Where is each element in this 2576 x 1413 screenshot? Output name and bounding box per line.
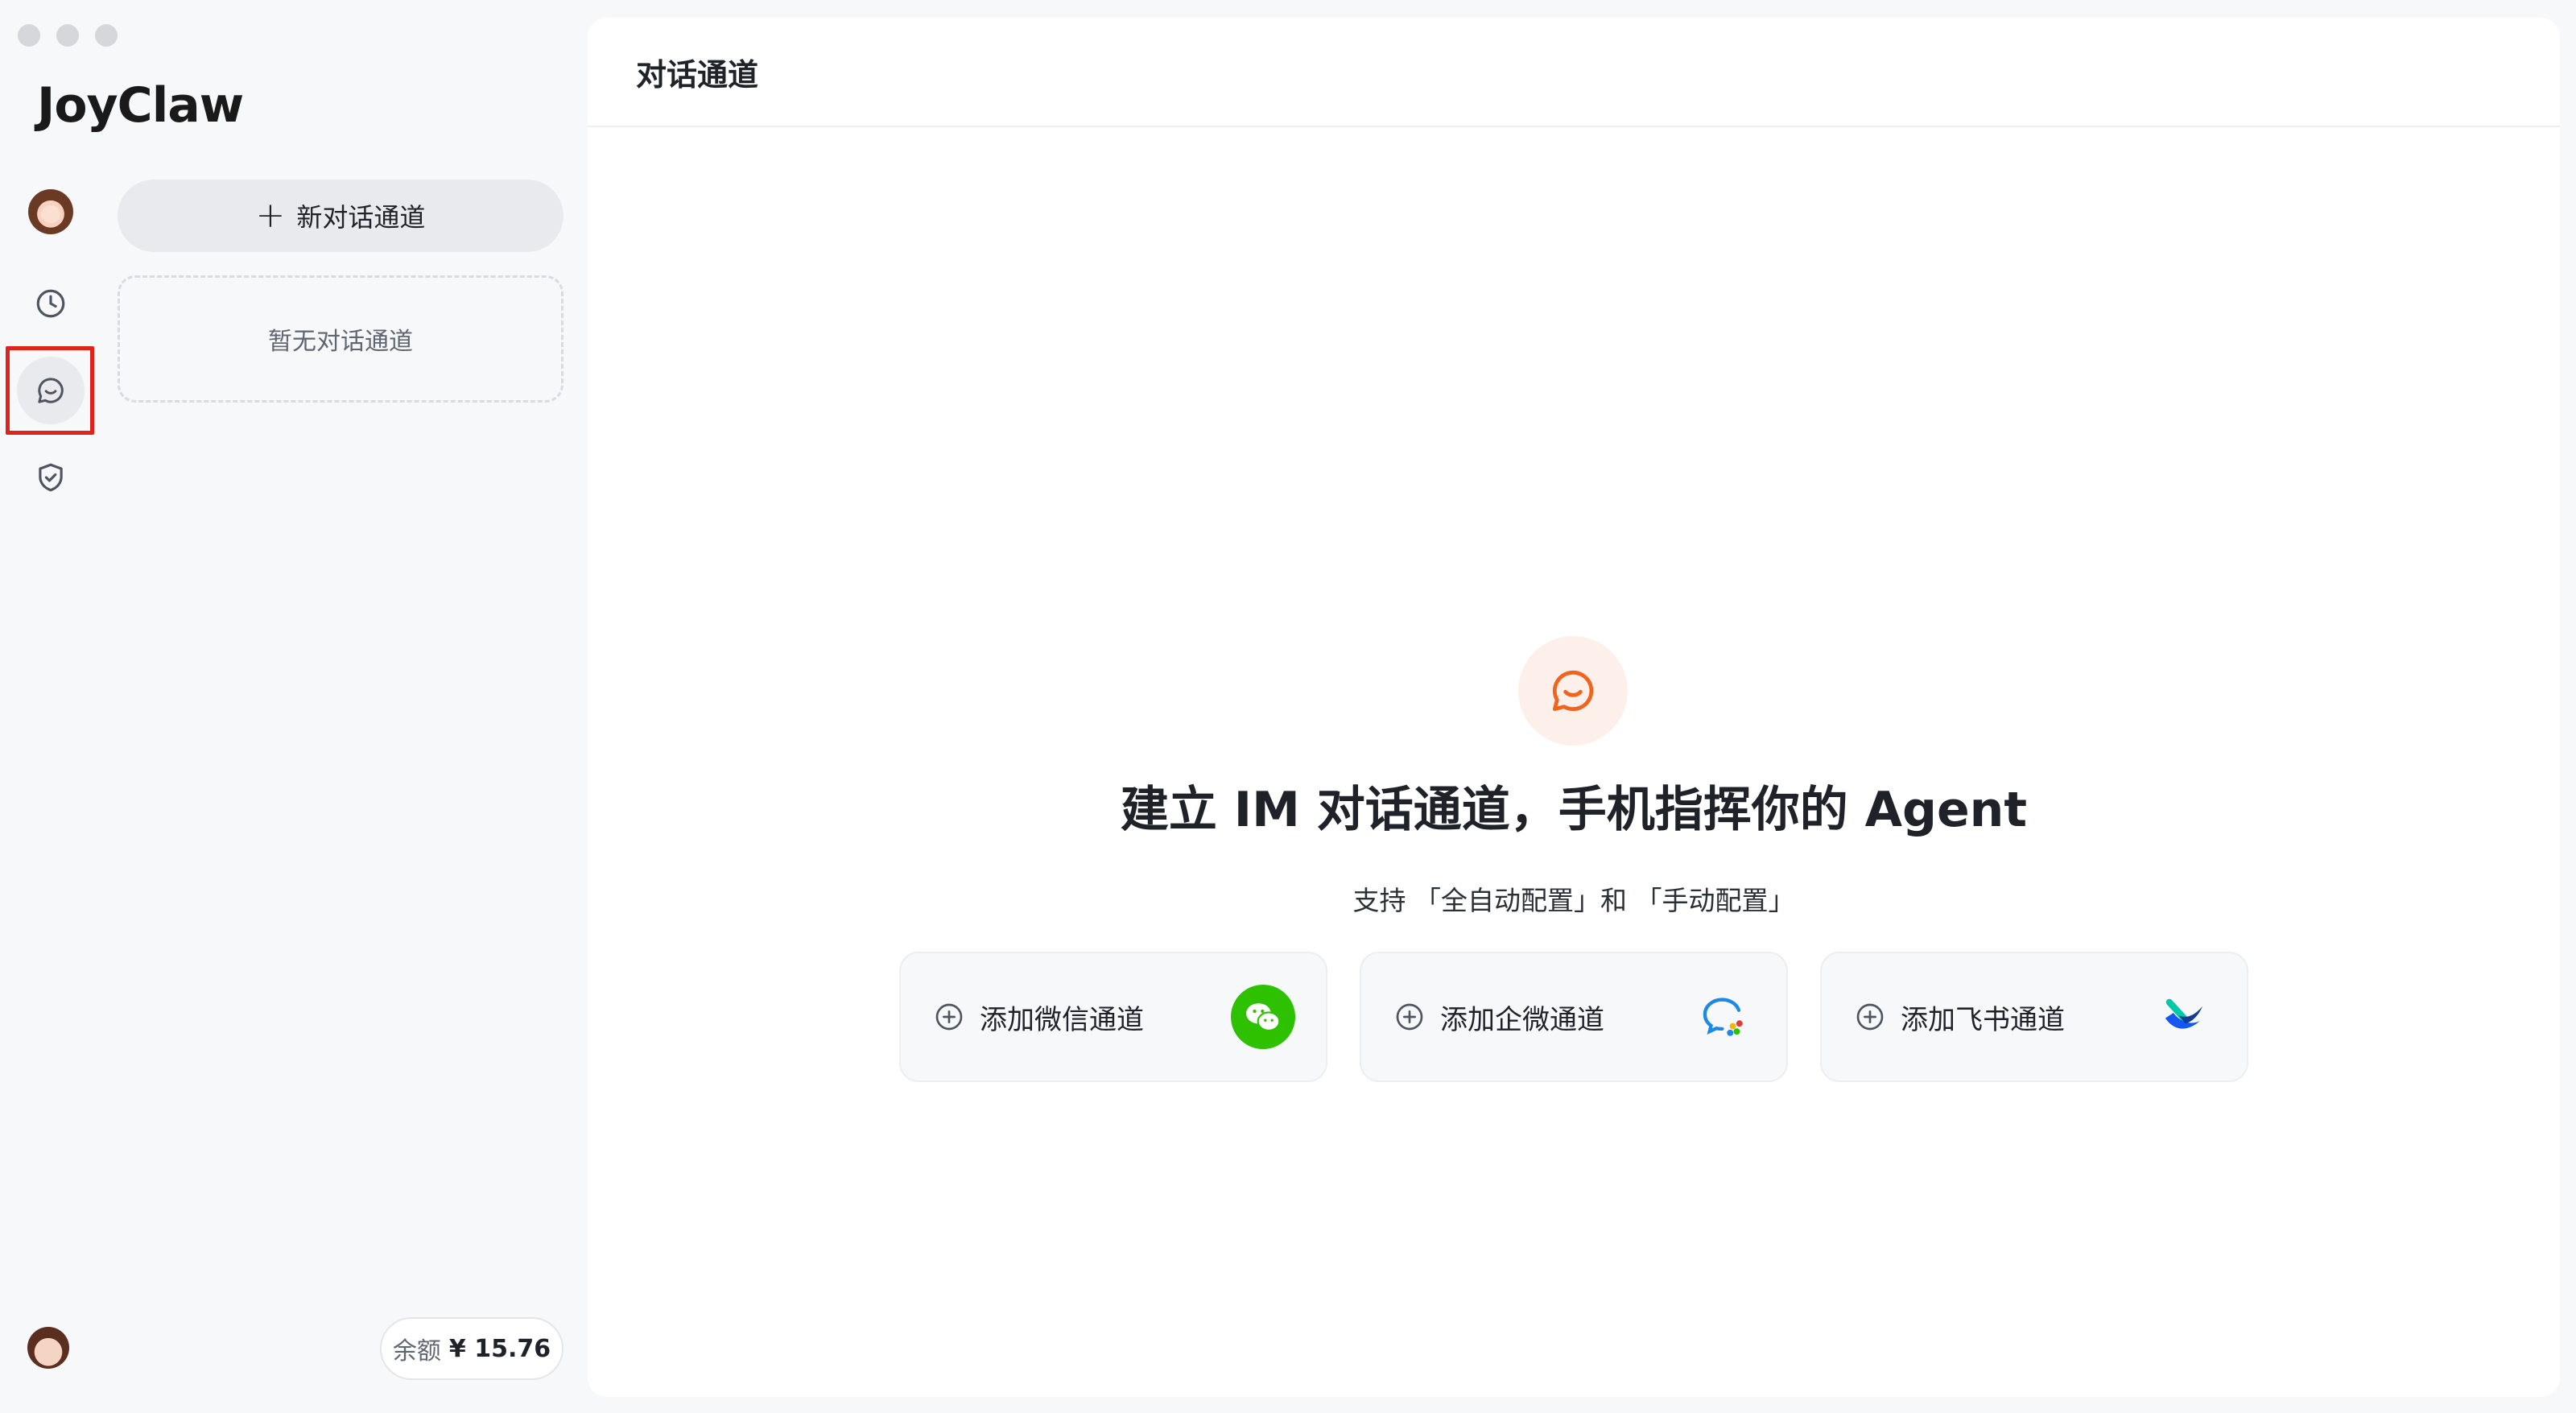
new-channel-label: 新对话通道 (296, 202, 426, 233)
rail-security[interactable] (8, 435, 93, 520)
empty-state-headline: 建立 IM 对话通道，手机指挥你的 Agent (1120, 782, 2028, 838)
add-feishu-label: 添加飞书通道 (1901, 1003, 2065, 1036)
channel-hero-icon-wrap (1518, 636, 1628, 746)
rail-history[interactable] (8, 261, 93, 346)
empty-channel-text: 暂无对话通道 (268, 328, 413, 356)
feishu-icon (2152, 985, 2216, 1049)
wechat-icon (1231, 985, 1295, 1049)
agent-avatar-icon (28, 189, 73, 234)
new-channel-button[interactable]: + 新对话通道 (118, 180, 564, 252)
selection-highlight-box (6, 346, 94, 435)
add-channel-cards: 添加微信通道 添加企微通道 添加飞书通道 (899, 952, 2248, 1082)
chat-hero-icon (1552, 670, 1594, 712)
plus-icon: + (255, 195, 286, 236)
app-logo: JoyClaw (37, 77, 244, 134)
rail-agent-avatar[interactable] (8, 169, 93, 254)
balance-badge[interactable]: 余额 ¥ 15.76 (380, 1317, 564, 1380)
wecom-icon (1691, 985, 1756, 1049)
page-header: 对话通道 (588, 18, 2560, 127)
user-avatar[interactable] (27, 1327, 69, 1369)
add-feishu-channel-card[interactable]: 添加飞书通道 (1820, 952, 2248, 1082)
history-clock-icon (36, 289, 65, 318)
empty-state-subline: 支持 「全自动配置」和 「手动配置」 (1352, 885, 1795, 916)
minimize-window-button[interactable] (56, 24, 79, 47)
main-panel: 对话通道 建立 IM 对话通道，手机指挥你的 Agent 支持 「全自动配置」和… (588, 18, 2560, 1397)
balance-value: ¥ 15.76 (448, 1334, 551, 1363)
close-window-button[interactable] (18, 24, 40, 47)
empty-channel-placeholder: 暂无对话通道 (118, 275, 564, 403)
shield-check-icon (39, 463, 63, 492)
add-wecom-label: 添加企微通道 (1440, 1003, 1604, 1036)
add-wechat-channel-card[interactable]: 添加微信通道 (899, 952, 1327, 1082)
add-circle-icon (1856, 1003, 1884, 1031)
add-wecom-channel-card[interactable]: 添加企微通道 (1360, 952, 1788, 1082)
add-circle-icon (935, 1003, 963, 1031)
page-title: 对话通道 (636, 56, 759, 93)
window-controls (18, 24, 118, 47)
zoom-window-button[interactable] (95, 24, 118, 47)
balance-label: 余额 (392, 1337, 441, 1365)
add-circle-icon (1396, 1003, 1423, 1031)
add-wechat-label: 添加微信通道 (980, 1003, 1144, 1036)
